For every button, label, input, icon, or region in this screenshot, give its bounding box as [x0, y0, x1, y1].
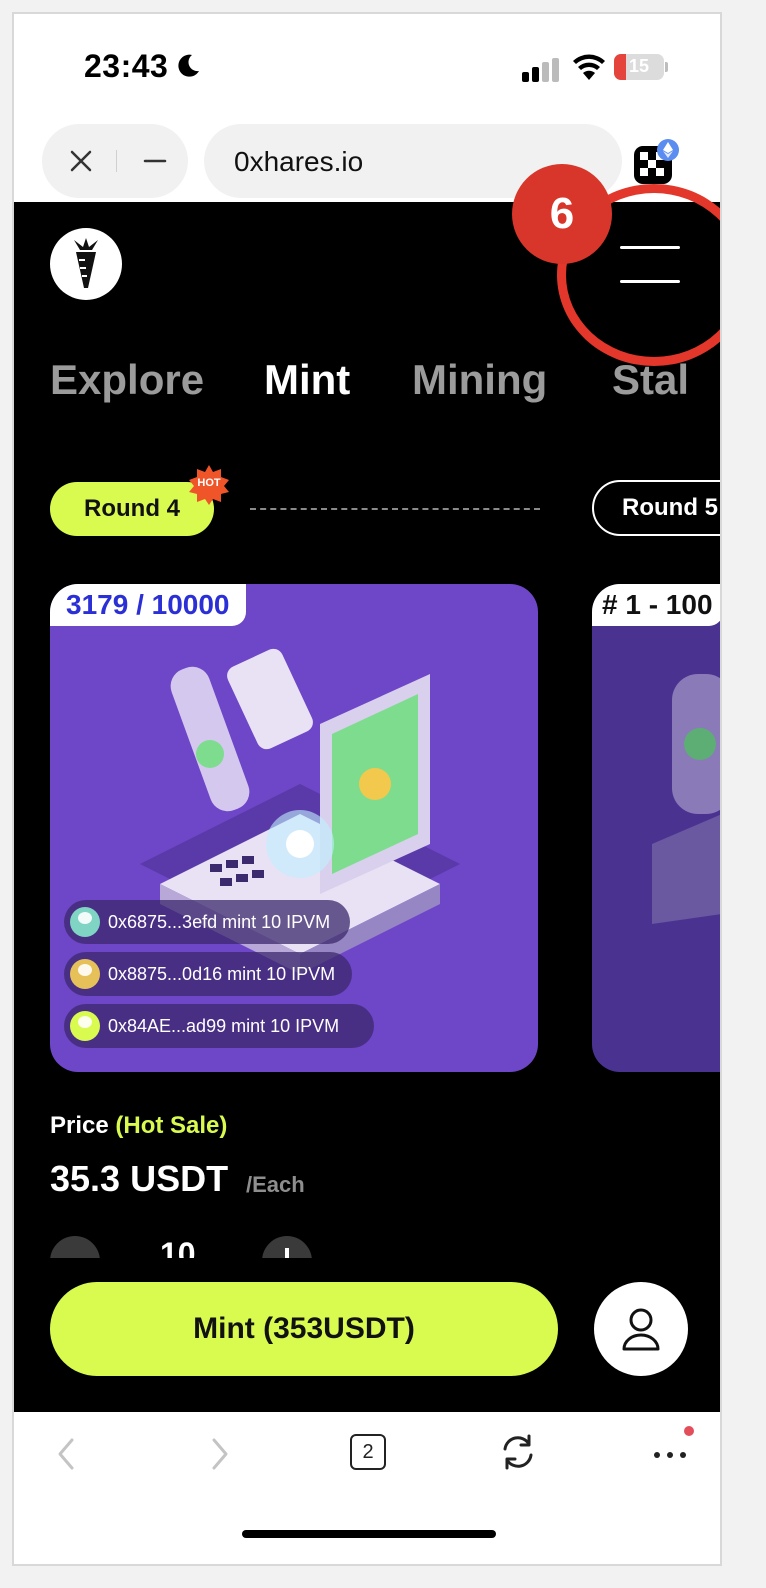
minimize-icon[interactable]: [138, 144, 172, 178]
round-connector: [250, 508, 540, 510]
round-selector: Round 4 HOT Round 5: [50, 465, 720, 540]
notification-dot: [684, 1426, 694, 1436]
carrot-logo[interactable]: [50, 228, 122, 300]
nft-card-current[interactable]: 3179 / 10000 0x6875...3efd mint 10 IPVM …: [50, 584, 538, 1072]
url-text: 0xhares.io: [234, 146, 364, 177]
tabs-icon[interactable]: 2: [350, 1434, 386, 1470]
feed-text: 0x84AE...ad99 mint 10 IPVM: [108, 1015, 340, 1036]
user-icon: [622, 1308, 660, 1351]
moon-icon: [178, 54, 199, 77]
carrot-icon: [74, 238, 98, 288]
hot-sale-label: (Hot Sale): [115, 1112, 228, 1139]
feed-item: 0x84AE...ad99 mint 10 IPVM: [64, 1004, 374, 1048]
price-title: Price: [50, 1112, 109, 1139]
recent-mints-feed: 0x6875...3efd mint 10 IPVM 0x8875...0d16…: [64, 900, 374, 1056]
decrease-button[interactable]: [50, 1236, 100, 1258]
nft-card-next[interactable]: # 1 - 100: [592, 584, 720, 1072]
tab-mint[interactable]: Mint: [264, 356, 350, 404]
home-indicator[interactable]: [242, 1530, 496, 1538]
feed-item: 0x8875...0d16 mint 10 IPVM: [64, 952, 352, 996]
round-next-button[interactable]: Round 5: [592, 480, 720, 536]
window-controls: [42, 124, 188, 198]
tab-explore[interactable]: Explore: [50, 356, 204, 404]
app-content: Explore Mint Mining Stal Round 4 HOT Rou…: [14, 202, 720, 1412]
forward-icon[interactable]: [206, 1434, 234, 1474]
feed-text: 0x6875...3efd mint 10 IPVM: [108, 911, 331, 932]
feed-item: 0x6875...3efd mint 10 IPVM: [64, 900, 350, 944]
price-value: 35.3 USDT: [50, 1158, 229, 1199]
tab-mining[interactable]: Mining: [412, 356, 547, 404]
battery-tip: [665, 62, 668, 72]
feed-text: 0x8875...0d16 mint 10 IPVM: [108, 963, 336, 984]
avatar: [70, 1011, 100, 1041]
reload-icon[interactable]: [498, 1432, 538, 1472]
mint-button[interactable]: Mint (353USDT): [50, 1282, 558, 1376]
avatar: [70, 959, 100, 989]
phone-screen: 23:43 15 0xhares.io Explore Mint Mining …: [12, 12, 722, 1566]
wifi-icon: [573, 54, 605, 80]
quantity-stepper: 10: [50, 1236, 350, 1258]
mint-counter: 3179 / 10000: [50, 584, 246, 626]
status-time: 23:43: [84, 48, 169, 84]
battery-icon: 15: [614, 54, 664, 80]
quantity-value[interactable]: 10: [160, 1236, 196, 1258]
browser-bottom-nav: 2: [14, 1412, 720, 1564]
divider: [116, 150, 117, 172]
signal-icon: [522, 58, 559, 82]
battery-level: 15: [628, 56, 650, 76]
avatar: [70, 907, 100, 937]
hot-badge: HOT: [188, 464, 230, 506]
wallet-extension-icon[interactable]: [634, 138, 680, 184]
more-icon[interactable]: [650, 1426, 694, 1474]
increase-button[interactable]: [262, 1236, 312, 1258]
status-bar: 23:43 15: [14, 14, 720, 124]
hot-label: HOT: [197, 477, 221, 489]
next-round-range: # 1 - 100: [592, 584, 720, 626]
step-badge: 6: [512, 164, 612, 264]
back-icon[interactable]: [52, 1434, 80, 1474]
price-label: Price (Hot Sale): [50, 1112, 227, 1140]
mining-machine-illustration: [652, 674, 720, 924]
profile-button[interactable]: [594, 1282, 688, 1376]
price-unit: /Each: [246, 1172, 305, 1197]
close-icon[interactable]: [64, 144, 98, 178]
